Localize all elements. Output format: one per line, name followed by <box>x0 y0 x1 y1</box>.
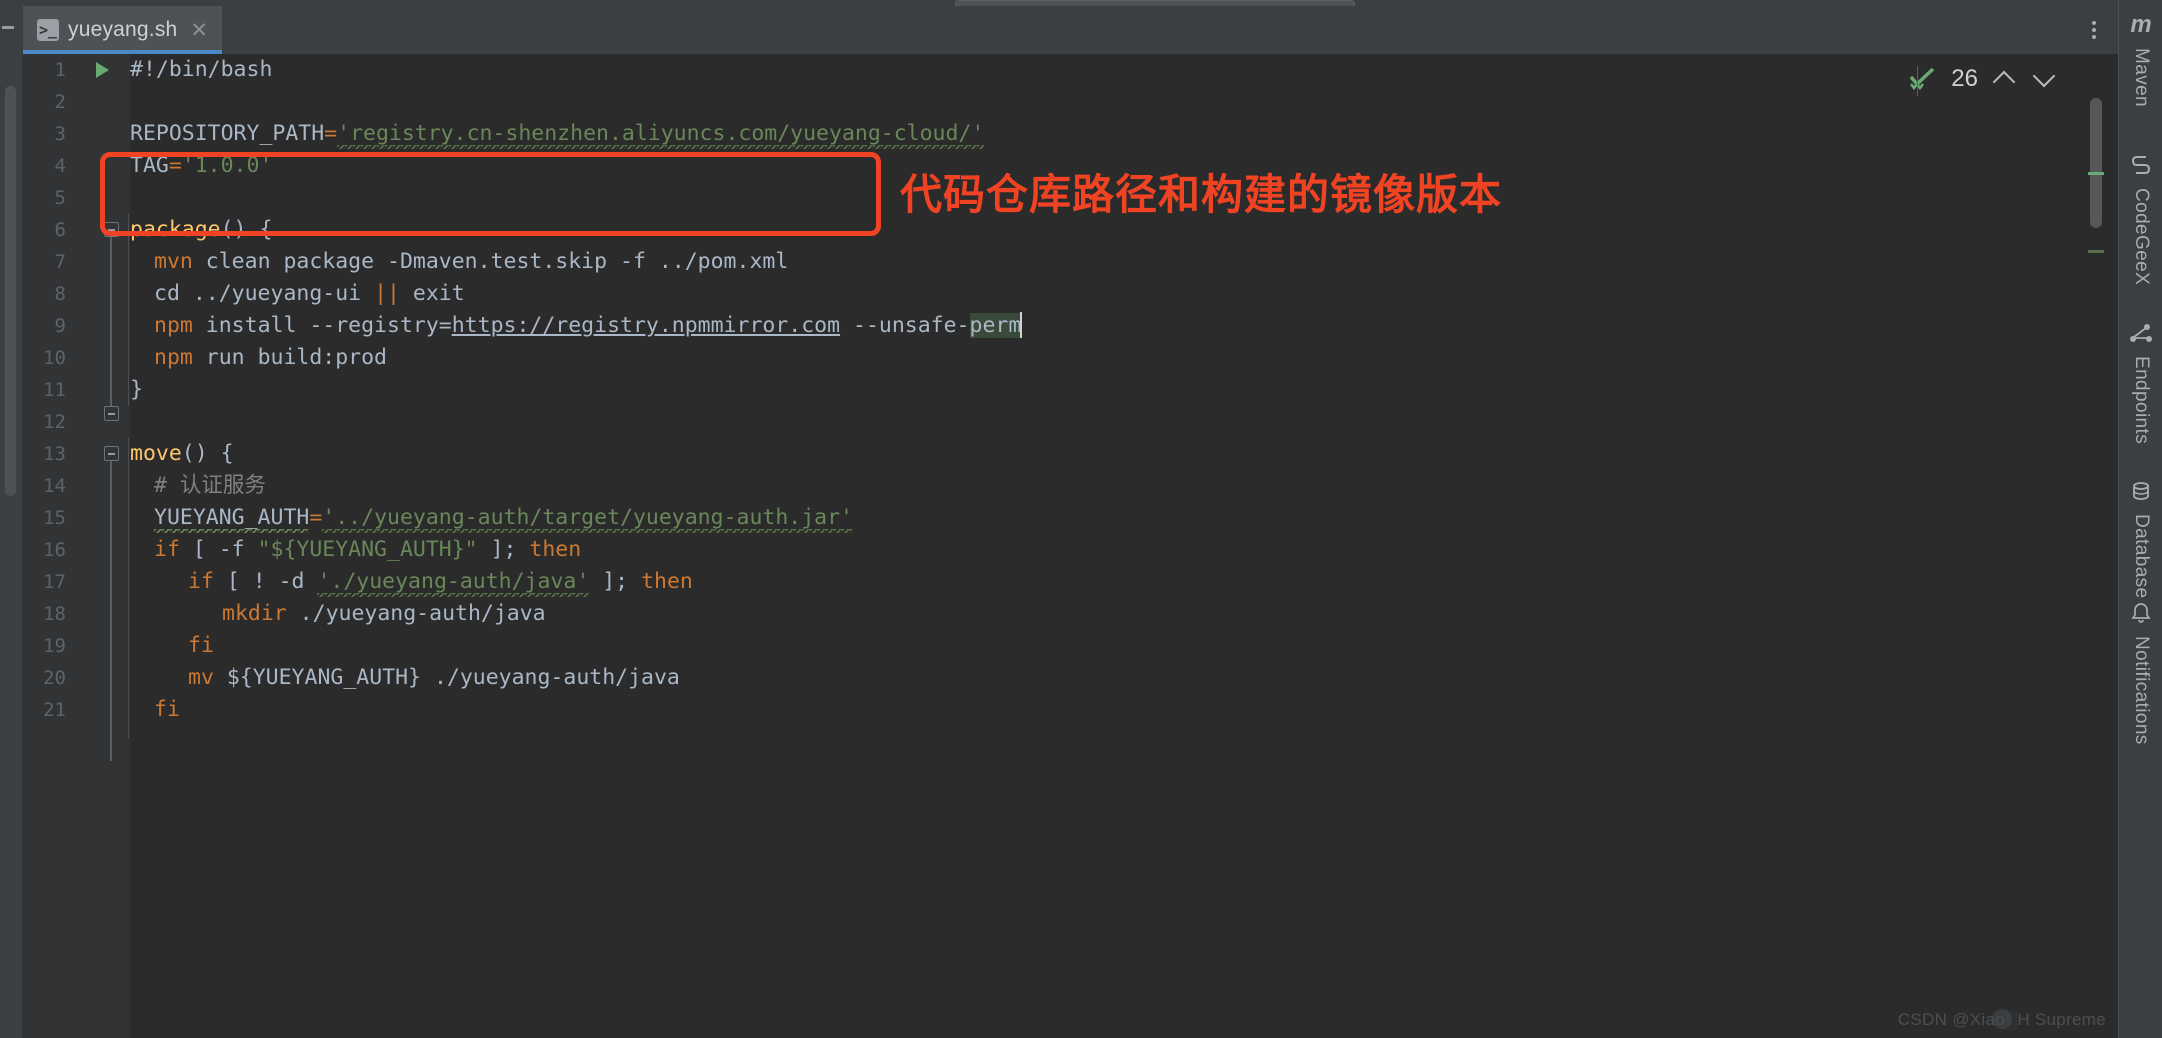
line-number: 11 <box>43 379 66 401</box>
code-line-11: } <box>130 377 143 402</box>
ide-window: >_ yueyang.sh ✕ 1 2 3 4 5 6 7 8 9 10 11 … <box>0 0 2162 1038</box>
maven-icon: m <box>2130 11 2152 38</box>
line-number: 15 <box>43 507 66 529</box>
line-number: 18 <box>43 603 66 625</box>
inspection-separator <box>1917 66 1918 96</box>
line-number: 6 <box>54 219 66 241</box>
editor-tab-bar: >_ yueyang.sh ✕ <box>0 6 2118 54</box>
line-number: 20 <box>43 667 66 689</box>
sidebar-item-codegeex[interactable]: CodeGeeX <box>2119 152 2162 285</box>
fold-region-line <box>110 237 112 407</box>
collapse-handle-icon[interactable] <box>2 26 14 29</box>
line-number: 3 <box>54 123 66 145</box>
tab-options-kebab-icon[interactable] <box>2082 18 2106 42</box>
inspection-count: 26 <box>1951 65 1978 92</box>
inspection-widget: 26 <box>1909 62 2058 96</box>
line-number: 7 <box>54 251 66 273</box>
code-line-1: #!/bin/bash <box>130 57 273 82</box>
fold-toggle-icon[interactable] <box>104 222 119 237</box>
fold-region-line <box>110 461 112 761</box>
analysis-marker[interactable] <box>2088 250 2104 253</box>
code-line-21: fi <box>154 697 180 722</box>
shell-script-icon: >_ <box>37 19 59 41</box>
text-caret <box>1020 312 1023 338</box>
endpoints-icon <box>2128 320 2154 346</box>
fold-toggle-icon[interactable] <box>104 406 119 421</box>
sidebar-item-label: Database <box>2131 514 2152 599</box>
code-line-19: fi <box>188 633 214 658</box>
code-line-14: # 认证服务 <box>154 473 266 498</box>
sidebar-item-label: Maven <box>2131 48 2152 108</box>
run-script-icon[interactable] <box>96 62 109 78</box>
scrollbar-thumb[interactable] <box>2090 98 2102 228</box>
watermark-text: CSDN @Xiao░H Supreme <box>1897 1010 2106 1029</box>
sidebar-item-label: Endpoints <box>2131 356 2152 445</box>
notifications-icon <box>2128 600 2154 626</box>
code-line-4: TAG='1.0.0' <box>130 153 273 178</box>
close-icon[interactable]: ✕ <box>190 19 208 41</box>
fold-toggle-icon[interactable] <box>104 446 119 461</box>
code-folding-strip <box>100 54 130 1038</box>
editor-area: 1 2 3 4 5 6 7 8 9 10 11 12 13 14 15 16 1… <box>0 54 2118 1038</box>
code-line-18: mkdir ./yueyang-auth/java <box>222 601 546 626</box>
sidebar-item-label: CodeGeeX <box>2131 188 2152 286</box>
sidebar-item-maven[interactable]: m Maven <box>2119 11 2162 108</box>
editor-vertical-scrollbar[interactable] <box>2074 54 2118 1038</box>
line-number: 10 <box>43 347 66 369</box>
line-number: 21 <box>43 699 66 721</box>
line-number: 8 <box>54 283 66 305</box>
editor-tab-yueyang-sh[interactable]: >_ yueyang.sh ✕ <box>23 6 223 54</box>
editor-tab-label: yueyang.sh <box>68 18 178 41</box>
code-line-16: if [ -f "${YUEYANG_AUTH}" ]; then <box>154 537 582 562</box>
inspection-ok-check-icon[interactable] <box>1909 68 1937 90</box>
line-number: 4 <box>54 155 66 177</box>
code-line-10: npm run build:prod <box>154 345 388 370</box>
next-problem-icon[interactable] <box>2032 66 2058 92</box>
sidebar-item-label: Notifications <box>2131 636 2152 745</box>
line-number: 2 <box>54 91 66 113</box>
database-icon <box>2128 478 2154 504</box>
line-number: 9 <box>54 315 66 337</box>
sidebar-item-database[interactable]: Database <box>2119 478 2162 599</box>
code-line-20: mv ${YUEYANG_AUTH} ./yueyang-auth/java <box>188 665 680 690</box>
indent-guide <box>128 438 129 738</box>
analysis-marker[interactable] <box>2088 172 2104 175</box>
npm-registry-link[interactable]: https://registry.npmmirror.com <box>452 313 840 338</box>
right-tool-sidebar: m Maven CodeGeeX Endpoints Database Noti… <box>2118 0 2162 1038</box>
code-line-9: npm install --registry=https://registry.… <box>154 312 1023 338</box>
sidebar-item-endpoints[interactable]: Endpoints <box>2119 320 2162 444</box>
code-line-3: REPOSITORY_PATH='registry.cn-shenzhen.al… <box>130 118 985 150</box>
text-selection: perm <box>969 313 1022 338</box>
previous-problem-icon[interactable] <box>1992 66 2018 92</box>
line-number: 14 <box>43 475 66 497</box>
annotation-text: 代码仓库路径和构建的镜像版本 <box>900 170 1503 219</box>
code-line-8: cd ../yueyang-ui || exit <box>154 281 465 306</box>
line-number: 19 <box>43 635 66 657</box>
line-number: 5 <box>54 187 66 209</box>
indent-guide <box>128 214 129 406</box>
sidebar-item-notifications[interactable]: Notifications <box>2119 600 2162 745</box>
codegeex-icon <box>2128 152 2154 178</box>
code-line-15: YUEYANG_AUTH='../yueyang-auth/target/yue… <box>130 502 854 534</box>
line-number: 1 <box>54 59 66 81</box>
code-line-13: move() { <box>130 441 234 466</box>
line-number: 12 <box>43 411 66 433</box>
code-line-6: package() { <box>130 217 273 242</box>
code-line-7: mvn clean package -Dmaven.test.skip -f .… <box>154 249 789 274</box>
line-number: 16 <box>43 539 66 561</box>
line-number: 13 <box>43 443 66 465</box>
code-line-17: if [ ! -d './yueyang-auth/java' ]; then <box>130 566 693 598</box>
line-number: 17 <box>43 571 66 593</box>
